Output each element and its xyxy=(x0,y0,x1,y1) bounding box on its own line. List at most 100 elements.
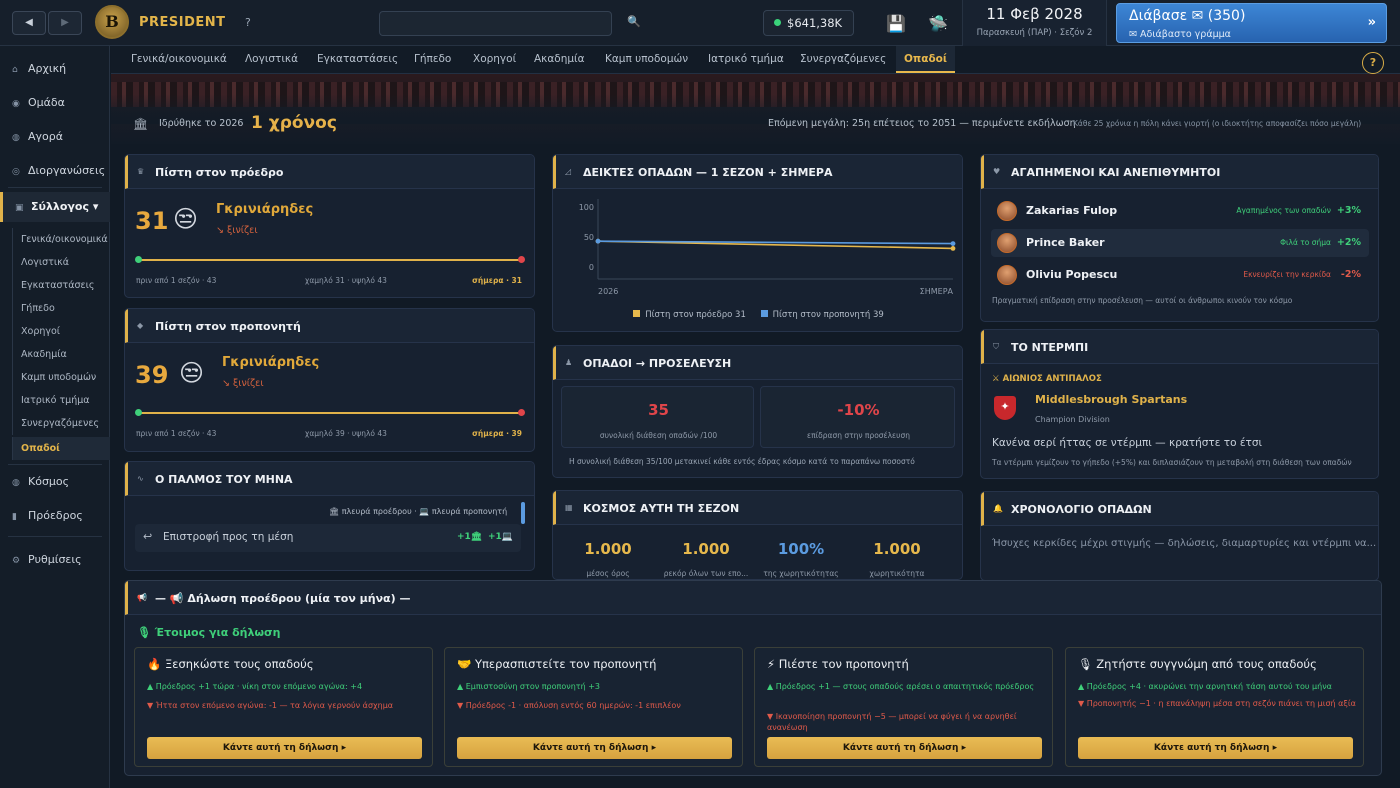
trend-label: ↘ ξινίζει xyxy=(216,225,258,236)
faith-track xyxy=(138,259,522,261)
sidebar-divider xyxy=(8,536,102,537)
sidebar-sub-accounting[interactable]: Λογιστικά xyxy=(12,251,110,274)
ufo-icon[interactable]: 🛸 xyxy=(928,14,948,33)
chart-icon: ◿ xyxy=(565,167,572,176)
sidebar-sub-stadium[interactable]: Γήπεδο xyxy=(12,297,110,320)
search-input[interactable] xyxy=(379,11,612,36)
globe-icon: ◍ xyxy=(12,478,20,488)
player-name: Oliviu Popescu xyxy=(1026,268,1118,281)
sidebar-item-label: Κόσμος xyxy=(28,475,70,488)
panel-header: ♛ Πίστη στον πρόεδρο xyxy=(125,155,534,189)
player-role: Φιλά το σήμα xyxy=(1280,238,1331,247)
save-icon[interactable]: 💾 xyxy=(886,14,906,33)
tab-affiliates[interactable]: Συνεργαζόμενες xyxy=(792,46,894,73)
tab-accounting[interactable]: Λογιστικά xyxy=(237,46,306,73)
heart-icon: ♥ xyxy=(993,167,1001,176)
panel-title: Πίστη στον προπονητή xyxy=(155,320,301,333)
fan-favorite-row[interactable]: Prince Baker Φιλά το σήμα +2% xyxy=(991,229,1369,257)
derby-panel: ⛉ ΤΟ ΝΤΕΡΜΠΙ ⚔ ΑΙΩΝΙΟΣ ΑΝΤΙΠΑΛΟΣ ✦ Middle… xyxy=(980,329,1379,479)
search-icon[interactable]: 🔍 xyxy=(627,15,641,28)
team-icon: ◉ xyxy=(12,99,20,109)
avatar xyxy=(997,233,1017,253)
player-role: Εκνευρίζει την κερκίδα xyxy=(1243,270,1331,279)
today-label: σήμερα · 31 xyxy=(472,276,522,285)
fan-favorite-row[interactable]: Zakarias Fulop Αγαπημένος των οπαδών +3% xyxy=(991,197,1369,225)
sidebar-sub-general[interactable]: Γενικά/οικονομικά xyxy=(12,228,110,251)
declaration-card-apologize: 🎙 Ζητήστε συγγνώμη από τους οπαδούς ▲ Πρ… xyxy=(1065,647,1364,767)
sidebar-sub-facilities[interactable]: Εγκαταστάσεις xyxy=(12,274,110,297)
help-icon[interactable]: ? xyxy=(1362,52,1384,74)
declaration-title: 🔥 Ξεσηκώστε τους οπαδούς xyxy=(147,657,314,671)
panel-title: ΔΕΙΚΤΕΣ ΟΠΑΔΩΝ — 1 ΣΕΖΟΝ + ΣΗΜΕΡΑ xyxy=(583,166,833,179)
tab-academy[interactable]: Ακαδημία xyxy=(526,46,593,73)
scrollbar[interactable] xyxy=(521,502,525,524)
sidebar-item-home[interactable]: ⌂ Αρχική xyxy=(0,54,110,84)
declaration-negative: ▼ Προπονητής −1 · η επανάληψη μέσα στη σ… xyxy=(1078,699,1356,708)
player-delta: -2% xyxy=(1340,269,1361,280)
declaration-negative: ▼ Πρόεδρος -1 · απόλυση εντός 60 ημερών:… xyxy=(457,701,681,710)
help-icon[interactable]: ? xyxy=(245,16,251,29)
sidebar-sub-fans[interactable]: Οπαδοί xyxy=(12,437,110,460)
avatar xyxy=(997,265,1017,285)
mood-label: Γκρινιάρηδες xyxy=(216,202,314,217)
panel-header: ♟ ΟΠΑΔΟΙ → ΠΡΟΣΕΛΕΥΣΗ xyxy=(553,346,962,380)
home-icon: ⌂ xyxy=(12,65,18,75)
coach-badge: +1💻 xyxy=(488,532,514,542)
forward-button[interactable]: ▶ xyxy=(48,11,82,35)
derby-note: Τα ντέρμπι γεμίζουν το γήπεδο (+5%) και … xyxy=(992,458,1352,467)
tab-general[interactable]: Γενικά/οικονομικά xyxy=(123,46,235,73)
tab-camp[interactable]: Καμπ υποδομών xyxy=(597,46,696,73)
sidebar-item-club[interactable]: ▣ Σύλλογος ▾ xyxy=(0,192,110,222)
sidebar-item-team[interactable]: ◉ Ομάδα xyxy=(0,88,110,118)
favorites-panel: ♥ ΑΓΑΠΗΜΕΝΟΙ ΚΑΙ ΑΝΕΠΙΘΥΜΗΤΟΙ Zakarias Fu… xyxy=(980,154,1379,322)
fan-unwanted-row[interactable]: Oliviu Popescu Εκνευρίζει την κερκίδα -2… xyxy=(991,261,1369,289)
brand-title: PRESIDENT xyxy=(139,15,226,30)
date-display: 11 Φεβ 2028 Παρασκευή (ΠΑΡ) · Σεζόν 2 xyxy=(962,0,1107,46)
sidebar-item-settings[interactable]: ⚙ Ρυθμίσεις xyxy=(0,545,110,575)
sidebar-sub-camp[interactable]: Καμπ υποδομών xyxy=(12,366,110,389)
tab-fans[interactable]: Οπαδοί xyxy=(896,46,955,73)
panel-header: ∿ Ο ΠΑΛΜΟΣ ΤΟΥ ΜΗΝΑ xyxy=(125,462,534,496)
make-declaration-button[interactable]: Κάντε αυτή τη δήλωση ▸ xyxy=(1078,737,1353,759)
club-icon: ▣ xyxy=(15,203,24,213)
sidebar-item-label: Ομάδα xyxy=(28,96,65,109)
declaration-card-rally: 🔥 Ξεσηκώστε τους οπαδούς ▲ Πρόεδρος +1 τ… xyxy=(134,647,433,767)
faith-value: 39 xyxy=(135,361,169,389)
ago-label: πριν από 1 σεζόν · 43 xyxy=(136,276,217,285)
rival-name[interactable]: Middlesbrough Spartans xyxy=(1035,393,1187,406)
tab-stadium[interactable]: Γήπεδο xyxy=(406,46,459,73)
chart-point-1-1 xyxy=(950,241,956,246)
crown-icon: ♛ xyxy=(137,167,145,176)
sidebar: ⌂ Αρχική ◉ Ομάδα ◍ Αγορά ◎ Διοργανώσεις ▣ Σύλ… xyxy=(0,46,110,788)
sidebar-sub-medical[interactable]: Ιατρικό τμήμα xyxy=(12,389,110,412)
sidebar-sub-affiliates[interactable]: Συνεργαζόμενες xyxy=(12,412,110,435)
make-declaration-button[interactable]: Κάντε αυτή τη δήλωση ▸ xyxy=(457,737,732,759)
fan-indices-panel: ◿ ΔΕΙΚΤΕΣ ΟΠΑΔΩΝ — 1 ΣΕΖΟΝ + ΣΗΜΕΡΑ 100 50… xyxy=(552,154,963,332)
player-delta: +2% xyxy=(1336,237,1361,248)
back-button[interactable]: ◀ xyxy=(12,11,46,35)
tab-facilities[interactable]: Εγκαταστάσεις xyxy=(309,46,406,73)
sidebar-item-world[interactable]: ◍ Κόσμος xyxy=(0,467,110,497)
sidebar-sub-academy[interactable]: Ακαδημία xyxy=(12,343,110,366)
panel-header: ◆ Πίστη στον προπονητή xyxy=(125,309,534,343)
sidebar-item-competitions[interactable]: ◎ Διοργανώσεις xyxy=(0,156,110,186)
pulse-row-label: Επιστροφή προς τη μέση xyxy=(163,531,294,543)
sidebar-item-label: Πρόεδρος xyxy=(28,509,83,522)
sidebar-sub-sponsors[interactable]: Χορηγοί xyxy=(12,320,110,343)
make-declaration-button[interactable]: Κάντε αυτή τη δήλωση ▸ xyxy=(767,737,1042,759)
sidebar-item-market[interactable]: ◍ Αγορά xyxy=(0,122,110,152)
rival-division: Champion Division xyxy=(1035,415,1110,424)
tab-sponsors[interactable]: Χορηγοί xyxy=(465,46,524,73)
make-declaration-button[interactable]: Κάντε αυτή τη δήλωση ▸ xyxy=(147,737,422,759)
avatar xyxy=(997,201,1017,221)
people-icon: ♟ xyxy=(565,358,573,367)
panel-title: ΚΟΣΜΟΣ ΑΥΤΗ ΤΗ ΣΕΖΟΝ xyxy=(583,502,740,515)
rival-crest-icon: ✦ xyxy=(994,396,1016,420)
status-dot xyxy=(774,19,781,26)
read-mail-button[interactable]: Διάβασε ✉ (350) ✉ Αδιάβαστο γράμμα » xyxy=(1116,3,1387,43)
declaration-negative: ▼ Ικανοποίηση προπονητή −5 — μπορεί να φ… xyxy=(767,712,1017,732)
unamused-face-icon: 😒 xyxy=(179,359,205,387)
stat-average-value: 1.000 xyxy=(584,540,632,558)
tab-medical[interactable]: Ιατρικό τμήμα xyxy=(700,46,792,73)
sidebar-item-president[interactable]: ▮ Πρόεδρος xyxy=(0,501,110,531)
